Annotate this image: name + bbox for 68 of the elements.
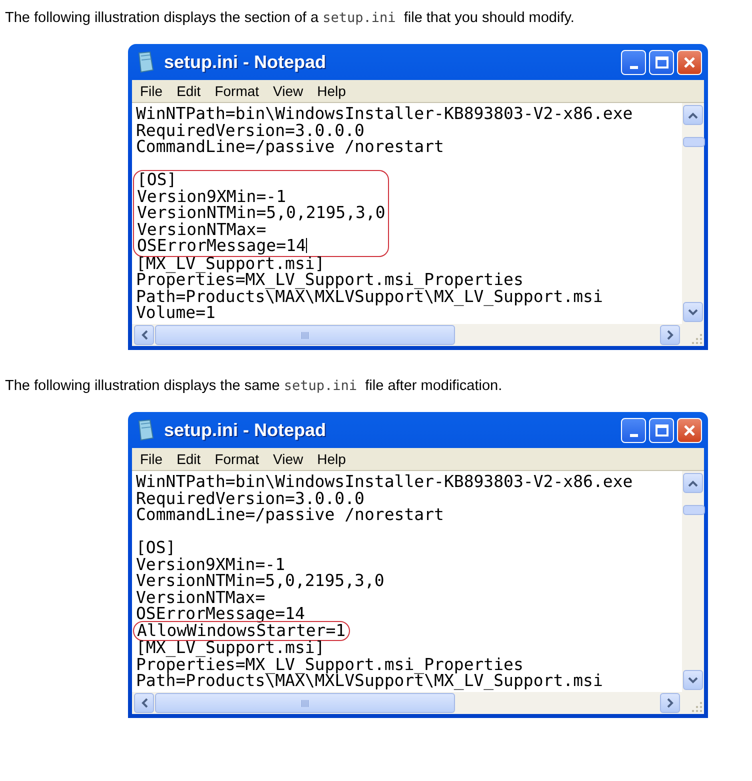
- text-line: OSErrorMessage=14: [136, 606, 306, 622]
- menu-item[interactable]: View: [273, 451, 304, 467]
- text-line: Properties=MX_LV_Support.msi_Properties: [136, 656, 524, 673]
- text-line: VersionNTMax=: [136, 590, 266, 606]
- scroll-up-button[interactable]: [683, 105, 703, 125]
- text-line: [MX_LV_Support.msi]: [136, 640, 326, 656]
- menu-item[interactable]: File: [140, 83, 163, 99]
- text-line: VersionNTMin=5,0,2195,3,0: [137, 205, 386, 222]
- maximize-button[interactable]: [649, 418, 674, 442]
- close-icon: [683, 56, 696, 68]
- text-line: CommandLine=/passive /norestart: [136, 139, 445, 156]
- resize-grip-icon: [690, 700, 704, 714]
- close-button[interactable]: [677, 418, 702, 442]
- notepad-icon: [136, 419, 156, 441]
- text-line: Path=Products\MAX\MXLVSupport\MX_LV_Support.msi: [136, 288, 604, 305]
- grip-lines-icon: [300, 332, 310, 338]
- scroll-right-button[interactable]: [660, 693, 680, 713]
- scroll-right-button[interactable]: [660, 325, 680, 345]
- text-line: OSErrorMessage=14: [137, 238, 308, 254]
- text-line: RequiredVersion=3.0.0.0: [136, 490, 366, 507]
- text-line: CommandLine=/passive /norestart: [136, 507, 445, 524]
- text-line: RequiredVersion=3.0.0.0: [136, 122, 366, 139]
- maximize-icon: [654, 56, 668, 68]
- close-button[interactable]: [677, 50, 702, 74]
- scroll-up-button[interactable]: [683, 473, 703, 493]
- text-line: AllowWindowsStarter=1: [137, 622, 346, 639]
- window-title: setup.ini - Notepad: [164, 52, 327, 72]
- menu-item[interactable]: Edit: [176, 83, 201, 99]
- text-line: VersionNTMin=5,0,2195,3,0: [136, 573, 386, 590]
- menu-item[interactable]: View: [273, 83, 304, 99]
- menu-item[interactable]: Edit: [176, 451, 201, 467]
- text-line: VersionNTMax=: [137, 222, 266, 238]
- notepad-icon: [136, 51, 156, 73]
- text-line: Volume=1: [136, 305, 216, 322]
- minimize-icon: [630, 66, 638, 68]
- grip-lines-icon: [300, 700, 310, 706]
- menu-item[interactable]: Help: [317, 83, 346, 99]
- text-line: [OS]: [137, 172, 178, 188]
- text-line: WinNTPath=bin\WindowsInstaller-KB893803-V2-x86.exe: [136, 474, 634, 490]
- menu-item[interactable]: Help: [317, 451, 346, 467]
- scrollbar-thumb[interactable]: [683, 505, 705, 515]
- menu-item[interactable]: Format: [214, 451, 260, 467]
- caption-text: The following illustration displays the section of a setup.ini file that you should modify.: [5, 10, 576, 26]
- minimize-button[interactable]: [621, 50, 646, 74]
- resize-grip-icon: [690, 332, 704, 346]
- menu-item[interactable]: Format: [214, 83, 260, 99]
- window-title: setup.ini - Notepad: [164, 420, 327, 440]
- menu-item[interactable]: File: [140, 451, 163, 467]
- close-icon: [683, 424, 696, 436]
- maximize-button[interactable]: [649, 50, 674, 74]
- text-line: [OS]: [136, 540, 177, 556]
- text-line: Version9XMin=-1: [136, 556, 286, 573]
- minimize-button[interactable]: [621, 418, 646, 442]
- text-line: Properties=MX_LV_Support.msi_Properties: [136, 272, 524, 288]
- text-line: WinNTPath=bin\WindowsInstaller-KB893803-V2-x86.exe: [136, 106, 634, 122]
- minimize-icon: [630, 434, 638, 436]
- scroll-down-button[interactable]: [683, 302, 703, 322]
- scrollbar-thumb[interactable]: [155, 693, 455, 713]
- scrollbar-thumb[interactable]: [683, 137, 705, 147]
- scroll-left-button[interactable]: [134, 325, 154, 345]
- text-line: [MX_LV_Support.msi]: [136, 256, 325, 272]
- maximize-icon: [654, 424, 668, 436]
- scroll-left-button[interactable]: [134, 693, 154, 713]
- text-line: Version9XMin=-1: [137, 188, 288, 205]
- caption-text: The following illustration displays the same setup.ini file after modification.: [5, 378, 504, 394]
- scroll-down-button[interactable]: [683, 670, 703, 690]
- text-line: Path=Products\MAX\MXLVSupport\MX_LV_Support.msi: [136, 673, 604, 690]
- scrollbar-thumb[interactable]: [155, 325, 455, 345]
